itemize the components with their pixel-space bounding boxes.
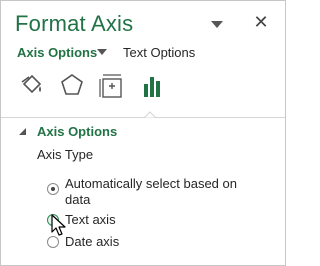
radio-auto-select-label[interactable]: Automatically select based on data [65,176,237,208]
tab-text-options[interactable]: Text Options [123,45,195,60]
tab-axis-options[interactable]: Axis Options [17,45,97,60]
axis-options-chart-icon[interactable] [137,71,167,101]
pin-dropdown-icon[interactable] [211,21,223,29]
pane-title: Format Axis [15,11,134,36]
section-title: Axis Options [37,124,118,139]
radio-text-axis-label[interactable]: Text axis [65,212,116,228]
close-icon[interactable]: ✕ [253,13,269,31]
divider [1,117,285,118]
selected-tab-indicator [144,111,156,119]
tab-axis-options-label: Axis Options [17,45,98,60]
radio-auto-select-label-line2: data [65,192,91,207]
size-properties-icon[interactable] [97,71,127,101]
radio-auto-select-label-line1: Automatically select based on [65,176,237,191]
chevron-down-icon[interactable] [97,48,107,56]
radio-auto-select[interactable] [47,183,59,195]
axis-type-label: Axis Type [37,147,94,162]
fill-line-icon[interactable] [17,71,47,101]
mouse-pointer-icon [51,214,66,236]
format-axis-pane: Format Axis ✕ Axis Options Text Options [0,0,286,266]
radio-date-axis-label[interactable]: Date axis [65,234,119,250]
option-icon-tabs [1,71,285,111]
collapse-caret-icon[interactable] [19,128,27,136]
effects-icon[interactable] [57,71,87,101]
